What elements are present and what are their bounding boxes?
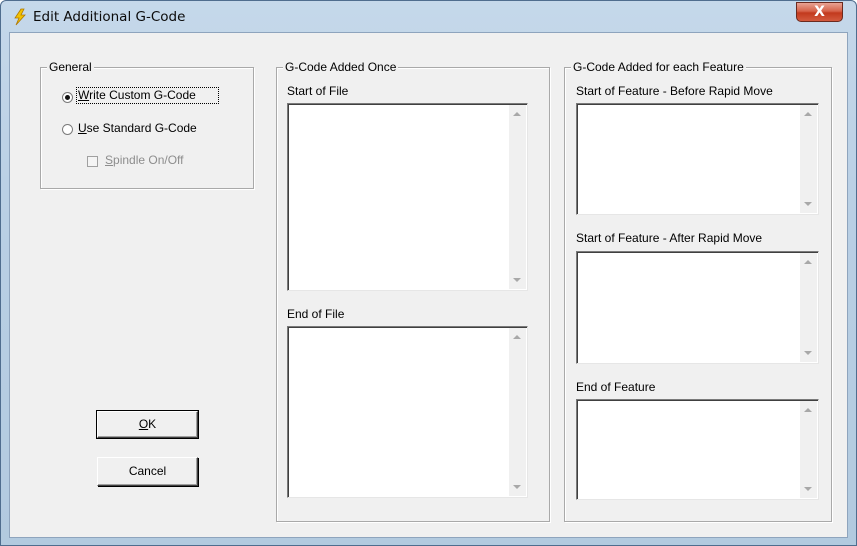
scroll-up-icon[interactable] <box>804 112 812 116</box>
scroll-down-icon[interactable] <box>513 485 521 489</box>
lightning-bolt-icon <box>11 8 29 26</box>
end-of-file-textarea[interactable] <box>287 326 528 498</box>
end-of-feature-label: End of Feature <box>576 380 656 394</box>
ok-button[interactable]: OK <box>96 410 199 439</box>
scroll-down-icon[interactable] <box>804 351 812 355</box>
spindle-label: Spindle On/Off <box>105 153 184 167</box>
before-rapid-textarea[interactable] <box>576 103 819 215</box>
end-of-file-label: End of File <box>287 307 345 321</box>
use-standard-radio[interactable] <box>62 124 73 135</box>
scroll-up-icon[interactable] <box>804 408 812 412</box>
start-of-file-label: Start of File <box>287 84 349 98</box>
end-of-feature-textarea[interactable] <box>576 399 819 500</box>
window-title: Edit Additional G-Code <box>33 9 186 25</box>
write-custom-radio[interactable] <box>62 92 73 103</box>
general-group-label: General <box>47 60 94 74</box>
start-of-file-textarea[interactable] <box>287 103 528 291</box>
vertical-scrollbar[interactable] <box>800 105 817 213</box>
close-button[interactable]: X <box>796 2 843 22</box>
dialog-window: Edit Additional G-Code X General Write C… <box>0 0 857 546</box>
after-rapid-textarea[interactable] <box>576 251 819 364</box>
scroll-down-icon[interactable] <box>804 202 812 206</box>
spindle-checkbox[interactable] <box>87 156 98 167</box>
dialog-client-area: General Write Custom G-Code Use Standard… <box>9 32 848 538</box>
ok-button-text: K <box>148 417 157 431</box>
vertical-scrollbar[interactable] <box>509 105 526 289</box>
after-rapid-label: Start of Feature - After Rapid Move <box>576 231 763 245</box>
spindle-text: pindle On/Off <box>113 153 184 167</box>
title-bar[interactable]: Edit Additional G-Code X <box>1 1 856 33</box>
feature-group-label: G-Code Added for each Feature <box>571 60 746 74</box>
use-standard-text: se Standard G-Code <box>86 121 197 135</box>
cancel-button[interactable]: Cancel <box>97 457 198 486</box>
scroll-up-icon[interactable] <box>513 335 521 339</box>
scroll-down-icon[interactable] <box>804 487 812 491</box>
before-rapid-label: Start of Feature - Before Rapid Move <box>576 84 773 98</box>
scroll-down-icon[interactable] <box>513 278 521 282</box>
vertical-scrollbar[interactable] <box>800 401 817 498</box>
vertical-scrollbar[interactable] <box>509 328 526 496</box>
scroll-up-icon[interactable] <box>804 260 812 264</box>
scroll-up-icon[interactable] <box>513 112 521 116</box>
once-group-label: G-Code Added Once <box>283 60 399 74</box>
focus-rectangle <box>76 87 219 104</box>
use-standard-label[interactable]: Use Standard G-Code <box>78 121 197 135</box>
vertical-scrollbar[interactable] <box>800 253 817 362</box>
